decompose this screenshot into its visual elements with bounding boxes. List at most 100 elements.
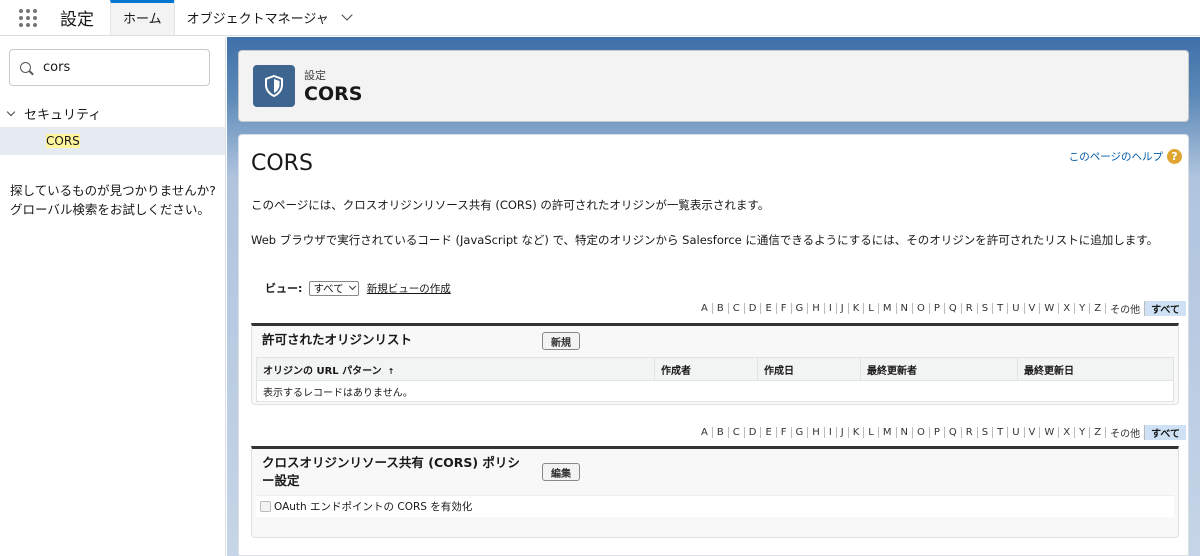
alphabet-filter-letter[interactable]: O bbox=[913, 303, 930, 314]
alphabet-filter-letter[interactable]: X bbox=[1059, 427, 1076, 438]
alphabet-filter-letter[interactable]: A bbox=[697, 427, 713, 438]
alphabet-filter-letter[interactable]: F bbox=[777, 303, 792, 314]
view-selector-row: ビュー: すべて 新規ビューの作成 bbox=[265, 280, 451, 296]
origin-list-block: 許可されたオリジンリスト 新規 オリジンの URL パターン ↑ 作成者 作成日 … bbox=[251, 323, 1179, 405]
cors-policy-block: クロスオリジンリソース共有 (CORS) ポリシ ー設定 編集 OAuth エン… bbox=[251, 446, 1179, 538]
alphabet-filter-letter[interactable]: U bbox=[1008, 303, 1025, 314]
origin-list-title: 許可されたオリジンリスト bbox=[262, 332, 413, 347]
alphabet-filter-letter[interactable]: I bbox=[825, 427, 837, 438]
alphabet-filter-letter[interactable]: U bbox=[1008, 427, 1025, 438]
alphabet-filter-letter[interactable]: T bbox=[993, 427, 1009, 438]
view-select-value: すべて bbox=[313, 282, 344, 295]
tree-section-security[interactable]: セキュリティ bbox=[6, 104, 102, 123]
column-created-by[interactable]: 作成者 bbox=[654, 357, 758, 381]
alphabet-filter-letter[interactable]: R bbox=[962, 427, 978, 438]
column-url-pattern[interactable]: オリジンの URL パターン ↑ bbox=[256, 357, 655, 381]
alphabet-filter-letter[interactable]: D bbox=[745, 427, 762, 438]
chevron-down-icon[interactable] bbox=[6, 107, 16, 116]
alphabet-filter-letter[interactable]: N bbox=[897, 303, 913, 314]
alphabet-filter-letter[interactable]: Q bbox=[945, 427, 962, 438]
alphabet-filter-letter[interactable]: L bbox=[864, 427, 879, 438]
alphabet-filter-letter[interactable]: その他 bbox=[1106, 425, 1146, 440]
column-last-modified-by[interactable]: 最終更新者 bbox=[860, 357, 1018, 381]
alphabet-filter-letter[interactable]: O bbox=[913, 427, 930, 438]
alphabet-filter-letter[interactable]: P bbox=[930, 427, 945, 438]
main-content: 設定 CORS CORS このページのヘルプ ? このページには、クロスオリジン… bbox=[227, 37, 1200, 556]
alphabet-filter-letter[interactable]: Q bbox=[945, 303, 962, 314]
new-button[interactable]: 新規 bbox=[542, 332, 580, 350]
tab-object-manager[interactable]: オブジェクトマネージャ bbox=[173, 0, 363, 35]
alphabet-filter-letter[interactable]: Y bbox=[1075, 303, 1091, 314]
alphabet-filter-letter[interactable]: B bbox=[713, 427, 729, 438]
alphabet-filter: A B C D E F G H I J K L M N O P Q R S T U V W X Y Z その他 すべて bbox=[697, 301, 1186, 316]
alphabet-filter-letter[interactable]: Z bbox=[1090, 427, 1107, 438]
alphabet-filter-letter[interactable]: F bbox=[777, 427, 792, 438]
alphabet-filter-letter[interactable]: C bbox=[729, 427, 745, 438]
tab-object-manager-label: オブジェクトマネージャ bbox=[186, 12, 329, 27]
alphabet-filter-letter[interactable]: Z bbox=[1090, 303, 1107, 314]
alphabet-filter-letter[interactable]: X bbox=[1059, 303, 1076, 314]
alphabet-filter-letter[interactable]: K bbox=[849, 303, 865, 314]
alphabet-filter-letter[interactable]: M bbox=[879, 303, 897, 314]
chevron-down-icon bbox=[348, 282, 356, 291]
alphabet-filter-letter[interactable]: G bbox=[792, 303, 809, 314]
column-created-date[interactable]: 作成日 bbox=[757, 357, 861, 381]
view-select[interactable]: すべて bbox=[309, 280, 359, 296]
alphabet-filter-letter[interactable]: W bbox=[1040, 303, 1060, 314]
alphabet-filter-letter[interactable]: K bbox=[849, 427, 865, 438]
table-header-row: オリジンの URL パターン ↑ 作成者 作成日 最終更新者 最終更新日 bbox=[256, 357, 1174, 381]
alphabet-filter-letter[interactable]: J bbox=[837, 427, 849, 438]
alphabet-filter-letter[interactable]: L bbox=[864, 303, 879, 314]
edit-button[interactable]: 編集 bbox=[542, 463, 580, 481]
alphabet-filter-letter[interactable]: J bbox=[837, 303, 849, 314]
alphabet-filter-letter[interactable]: T bbox=[993, 303, 1009, 314]
alphabet-filter-letter[interactable]: N bbox=[897, 427, 913, 438]
sidebar-item-cors[interactable]: CORS bbox=[0, 127, 225, 155]
alphabet-filter-letter[interactable]: D bbox=[745, 303, 762, 314]
alphabet-filter-letter[interactable]: A bbox=[697, 303, 713, 314]
sidebar-item-label: CORS bbox=[46, 134, 80, 148]
header-title: CORS bbox=[304, 83, 363, 105]
content-card: CORS このページのヘルプ ? このページには、クロスオリジンリソース共有 (… bbox=[238, 134, 1189, 556]
alphabet-filter-letter[interactable]: V bbox=[1025, 303, 1041, 314]
alphabet-filter-letter[interactable]: G bbox=[792, 427, 809, 438]
alphabet-filter-all[interactable]: すべて bbox=[1145, 301, 1186, 316]
page-description-1: このページには、クロスオリジンリソース共有 (CORS) の許可されたオリジンが… bbox=[251, 198, 770, 212]
tree-section-label: セキュリティ bbox=[24, 108, 102, 123]
alphabet-filter-letter[interactable]: V bbox=[1025, 427, 1041, 438]
alphabet-filter-letter[interactable]: その他 bbox=[1106, 301, 1146, 316]
policy-setting-row: OAuth エンドポイントの CORS を有効化 bbox=[256, 495, 1174, 517]
page-description-2: Web ブラウザで実行されているコード (JavaScript など) で、特定… bbox=[251, 233, 1159, 247]
create-view-link[interactable]: 新規ビューの作成 bbox=[367, 281, 451, 296]
alphabet-filter-letter[interactable]: B bbox=[713, 303, 729, 314]
alphabet-filter-letter[interactable]: W bbox=[1040, 427, 1060, 438]
alphabet-filter-letter[interactable]: P bbox=[930, 303, 945, 314]
policy-title-line-1: クロスオリジンリソース共有 (CORS) ポリシ bbox=[262, 455, 520, 470]
alphabet-filter-letter[interactable]: S bbox=[978, 427, 994, 438]
page-header: 設定 CORS bbox=[238, 50, 1189, 122]
quick-find-box bbox=[9, 49, 210, 86]
alphabet-filter-all[interactable]: すべて bbox=[1145, 425, 1186, 440]
alphabet-filter-letter[interactable]: R bbox=[962, 303, 978, 314]
quick-find-input[interactable] bbox=[43, 60, 193, 75]
not-found-message: 探しているものが見つかりませんか? グローバル検索をお試しください。 bbox=[10, 181, 216, 219]
alphabet-filter-letter[interactable]: M bbox=[879, 427, 897, 438]
app-launcher-icon[interactable] bbox=[0, 0, 56, 35]
enable-oauth-cors-checkbox[interactable] bbox=[260, 501, 271, 512]
tab-home[interactable]: ホーム bbox=[110, 0, 174, 35]
alphabet-filter-letter[interactable]: S bbox=[978, 303, 994, 314]
alphabet-filter-letter[interactable]: E bbox=[761, 303, 777, 314]
alphabet-filter: A B C D E F G H I J K L M N O P Q R S T U V W X Y Z その他 すべて bbox=[697, 425, 1186, 440]
alphabet-filter-letter[interactable]: E bbox=[761, 427, 777, 438]
alphabet-filter-letter[interactable]: H bbox=[808, 303, 825, 314]
alphabet-filter-letter[interactable]: Y bbox=[1075, 427, 1091, 438]
alphabet-filter-letter[interactable]: I bbox=[825, 303, 837, 314]
alphabet-filter-letter[interactable]: H bbox=[808, 427, 825, 438]
alphabet-filter-letter[interactable]: C bbox=[729, 303, 745, 314]
tab-home-label: ホーム bbox=[123, 12, 162, 27]
column-last-modified-date[interactable]: 最終更新日 bbox=[1017, 357, 1174, 381]
help-link-label: このページのヘルプ bbox=[1068, 151, 1163, 163]
chevron-down-icon[interactable] bbox=[341, 9, 353, 21]
help-link[interactable]: このページのヘルプ ? bbox=[1069, 149, 1182, 164]
shield-icon bbox=[253, 65, 295, 107]
